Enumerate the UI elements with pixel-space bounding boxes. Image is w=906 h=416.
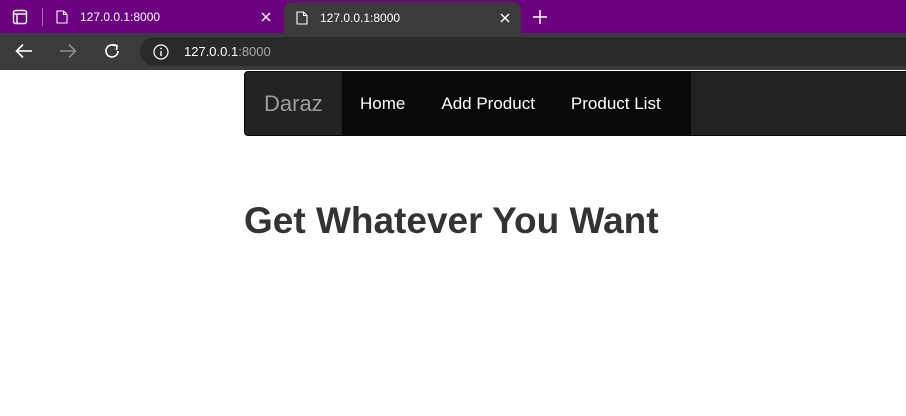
- browser-tab-1[interactable]: 127.0.0.1:8000: [44, 0, 282, 33]
- nav-link-add-product[interactable]: Add Product: [423, 72, 553, 135]
- tab-strip: 127.0.0.1:8000 127.0.0.1:8000: [0, 0, 906, 33]
- nav-link-home[interactable]: Home: [342, 72, 423, 135]
- site-navbar: Daraz Home Add Product Product List: [244, 71, 906, 136]
- page-content: Daraz Home Add Product Product List Get …: [0, 70, 906, 416]
- nav-link-product-list[interactable]: Product List: [553, 72, 679, 135]
- address-bar[interactable]: 127.0.0.1:8000: [140, 37, 906, 66]
- site-info-icon[interactable]: [153, 44, 169, 60]
- address-url[interactable]: 127.0.0.1:8000: [184, 44, 271, 59]
- back-button[interactable]: [12, 39, 36, 63]
- forward-button[interactable]: [56, 39, 80, 63]
- back-arrow-icon: [15, 43, 32, 59]
- tab-title: 127.0.0.1:8000: [320, 10, 401, 25]
- file-icon: [56, 9, 68, 24]
- browser-toolbar: 127.0.0.1:8000: [0, 33, 906, 103]
- nav-links: Home Add Product Product List: [342, 72, 691, 135]
- tab-title: 127.0.0.1:8000: [80, 9, 161, 24]
- tab-actions-button[interactable]: [6, 5, 34, 29]
- new-tab-icon[interactable]: [530, 7, 550, 27]
- tab-actions-icon: [12, 9, 28, 25]
- browser-tab-2[interactable]: 127.0.0.1:8000: [284, 2, 521, 33]
- url-port: :8000: [238, 44, 271, 59]
- forward-arrow-icon: [60, 43, 77, 59]
- page-heading: Get Whatever You Want: [244, 200, 659, 241]
- close-tab-icon[interactable]: [260, 11, 272, 23]
- close-tab-icon[interactable]: [499, 12, 511, 24]
- reload-button[interactable]: [100, 39, 124, 63]
- file-icon: [296, 10, 308, 25]
- tab-divider: [42, 8, 43, 26]
- reload-icon: [105, 43, 119, 58]
- brand-link[interactable]: Daraz: [264, 72, 323, 135]
- url-host: 127.0.0.1: [184, 44, 239, 59]
